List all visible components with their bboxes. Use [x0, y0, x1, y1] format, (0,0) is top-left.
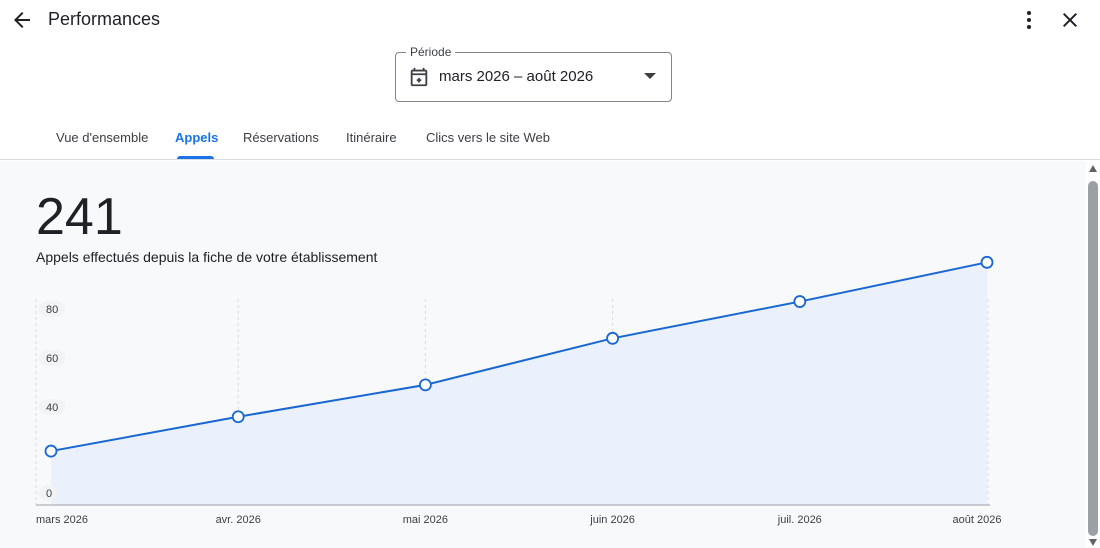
data-point [418, 378, 432, 392]
data-point [231, 410, 245, 424]
scroll-up-arrow-icon[interactable] [1089, 165, 1097, 172]
calls-chart: 0 40 60 80 mars 2026 avr. 2026 mai 2026 juin 20… [35, 255, 1002, 526]
data-point [44, 444, 58, 458]
y-tick-label: 0 [46, 488, 52, 500]
scroll-down-arrow-icon[interactable] [1089, 539, 1097, 546]
tab-directions[interactable]: Itinéraire [346, 130, 397, 145]
page-title: Performances [48, 9, 161, 29]
x-tick-label: mai 2026 [403, 514, 448, 526]
y-tick-label: 40 [46, 402, 58, 414]
tab-website-clicks[interactable]: Clics vers le site Web [426, 130, 550, 145]
x-tick-label: avr. 2026 [216, 514, 261, 526]
period-label: Période [406, 45, 456, 59]
tab-bookings[interactable]: Réservations [243, 130, 319, 145]
data-point [793, 295, 807, 308]
x-tick-label: juil. 2026 [777, 514, 822, 526]
arrow-back-icon[interactable] [10, 8, 34, 32]
x-tick-label: août 2026 [953, 514, 1002, 526]
calendar-icon [410, 67, 428, 87]
active-tab-indicator [177, 156, 214, 159]
calls-panel: 241 Appels effectués depuis la fiche de … [0, 161, 1086, 548]
y-tick-label: 60 [46, 353, 58, 365]
y-tick-label: 80 [46, 304, 58, 316]
tab-calls[interactable]: Appels [175, 130, 218, 145]
data-point [980, 255, 994, 269]
tab-bar: Vue d'ensemble Appels Réservations Itiné… [0, 116, 1100, 160]
more-vert-icon[interactable] [1017, 8, 1041, 32]
period-select[interactable]: Période mars 2026 – août 2026 [395, 45, 672, 102]
x-tick-label: mars 2026 [36, 514, 88, 526]
header-bar: Performances [0, 0, 1100, 40]
data-point [606, 331, 619, 345]
scrollbar-thumb[interactable] [1088, 181, 1098, 536]
scrollbar[interactable] [1086, 161, 1100, 548]
tab-overview[interactable]: Vue d'ensemble [56, 130, 148, 145]
close-icon[interactable] [1058, 8, 1082, 32]
x-tick-label: juin 2026 [589, 514, 635, 526]
dropdown-arrow-icon [644, 73, 656, 79]
area-fill [51, 262, 987, 505]
period-value: mars 2026 – août 2026 [439, 68, 594, 85]
